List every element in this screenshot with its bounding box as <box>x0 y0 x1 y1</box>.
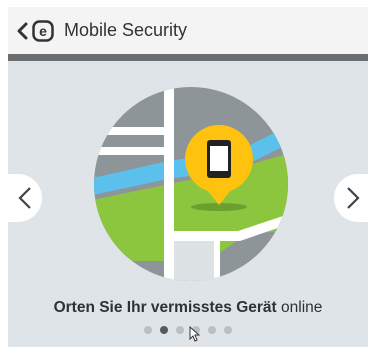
eset-logo: e <box>32 19 54 42</box>
page-dot[interactable] <box>160 326 168 334</box>
caption-bold: Orten Sie Ihr vermisstes Gerät <box>53 299 277 316</box>
page-dot[interactable] <box>224 326 232 334</box>
map-illustration <box>94 87 288 281</box>
slide-caption: Orten Sie Ihr vermisstes Gerät online <box>8 299 368 317</box>
eset-logo-letter: e <box>39 23 47 39</box>
page-indicator <box>8 326 368 336</box>
page-dot[interactable] <box>176 326 184 334</box>
back-chevron-icon[interactable] <box>14 19 30 43</box>
app-bar: e Mobile Security <box>8 7 368 54</box>
onboarding-slide: Orten Sie Ihr vermisstes Gerät online <box>8 61 368 347</box>
page-dot[interactable] <box>208 326 216 334</box>
caption-rest: online <box>276 299 323 316</box>
header-divider <box>8 54 368 61</box>
page-dot[interactable] <box>144 326 152 334</box>
chevron-left-icon <box>18 187 31 209</box>
chevron-right-icon <box>347 187 360 209</box>
smartphone-icon <box>207 140 231 178</box>
app-title: Mobile Security <box>64 20 188 40</box>
mouse-cursor-icon <box>189 326 201 342</box>
